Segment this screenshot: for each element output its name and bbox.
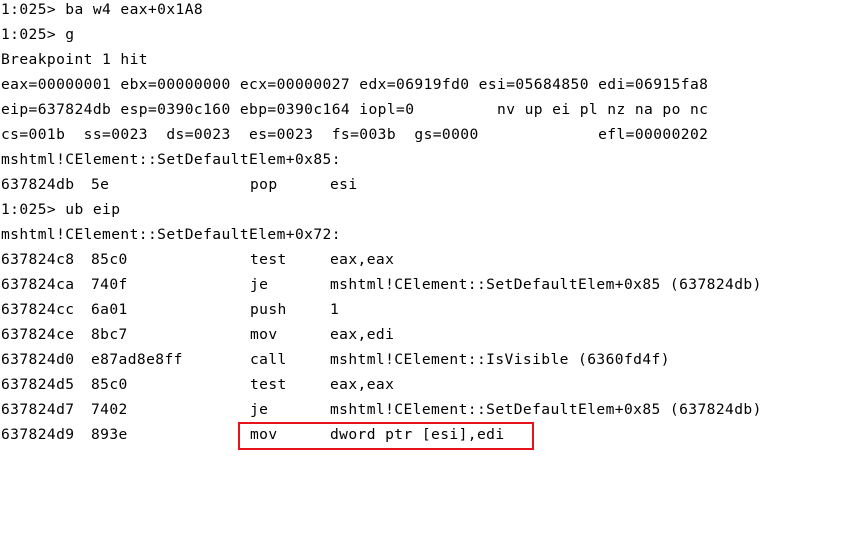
registers-line-1: eax=00000001 ebx=00000000 ecx=00000027 e…	[1, 76, 709, 93]
disasm-row: 637824d5 85c0 test eax,eax	[1, 375, 394, 395]
disasm-row: 637824d7 7402 je mshtml!CElement::SetDef…	[1, 400, 761, 420]
instruction-bytes: e87ad8e8ff	[91, 351, 183, 368]
instruction-bytes: 8bc7	[91, 326, 128, 343]
instruction-operands: 1	[330, 301, 340, 318]
instruction-operands: eax,edi	[330, 326, 395, 343]
instruction-bytes: 740f	[91, 276, 128, 293]
breakpoint-hit-line: Breakpoint 1 hit	[1, 51, 148, 68]
instruction-address: 637824cc	[1, 301, 75, 318]
disasm-row-highlighted: 637824d9 893e mov dword ptr [esi],edi	[1, 425, 504, 445]
instruction-address: 637824ce	[1, 326, 75, 343]
registers-line-3: cs=001b ss=0023 ds=0023 es=0023 fs=003b …	[1, 126, 709, 143]
instruction-mnemonic: call	[250, 351, 287, 368]
instruction-bytes: 85c0	[91, 251, 128, 268]
disasm-row: 637824ce 8bc7 mov eax,edi	[1, 325, 394, 345]
instruction-operands: eax,eax	[330, 376, 395, 393]
disasm-row: 637824d0 e87ad8e8ff call mshtml!CElement…	[1, 350, 669, 370]
instruction-address: 637824d5	[1, 376, 75, 393]
highlight-box	[238, 422, 534, 450]
instruction-mnemonic: test	[250, 251, 287, 268]
instruction-mnemonic: je	[250, 401, 269, 418]
instruction-mnemonic: je	[250, 276, 269, 293]
instruction-bytes: 6a01	[91, 301, 128, 318]
instruction-operands: mshtml!CElement::IsVisible (6360fd4f)	[330, 351, 670, 368]
current-instruction-row: 637824db 5e pop esi	[1, 175, 357, 195]
instruction-address: 637824db	[1, 176, 75, 193]
command-line-ub: 1:025> ub eip	[1, 201, 121, 218]
instruction-operands: mshtml!CElement::SetDefaultElem+0x85 (63…	[330, 401, 762, 418]
command-line-g: 1:025> g	[1, 26, 75, 43]
disasm-row: 637824ca 740f je mshtml!CElement::SetDef…	[1, 275, 761, 295]
symbol-line-current: mshtml!CElement::SetDefaultElem+0x85:	[1, 151, 341, 168]
instruction-address: 637824c8	[1, 251, 75, 268]
instruction-bytes: 85c0	[91, 376, 128, 393]
instruction-bytes: 5e	[91, 176, 110, 193]
instruction-mnemonic: pop	[250, 176, 278, 193]
instruction-mnemonic: mov	[250, 326, 278, 343]
disasm-row: 637824c8 85c0 test eax,eax	[1, 250, 394, 270]
command-line-ba: 1:025> ba w4 eax+0x1A8	[1, 1, 204, 18]
instruction-mnemonic: test	[250, 376, 287, 393]
registers-line-2: eip=637824db esp=0390c160 ebp=0390c164 i…	[1, 101, 709, 118]
instruction-operands: eax,eax	[330, 251, 395, 268]
instruction-address: 637824d9	[1, 426, 75, 443]
symbol-line-disasm: mshtml!CElement::SetDefaultElem+0x72:	[1, 226, 341, 243]
instruction-address: 637824d0	[1, 351, 75, 368]
instruction-bytes: 7402	[91, 401, 128, 418]
instruction-bytes: 893e	[91, 426, 128, 443]
instruction-address: 637824ca	[1, 276, 75, 293]
instruction-operands: esi	[330, 176, 358, 193]
instruction-address: 637824d7	[1, 401, 75, 418]
instruction-mnemonic: push	[250, 301, 287, 318]
disasm-row: 637824cc 6a01 push 1	[1, 300, 339, 320]
instruction-operands: mshtml!CElement::SetDefaultElem+0x85 (63…	[330, 276, 762, 293]
debugger-console-output: 1:025> ba w4 eax+0x1A8 1:025> g Breakpoi…	[0, 0, 841, 456]
